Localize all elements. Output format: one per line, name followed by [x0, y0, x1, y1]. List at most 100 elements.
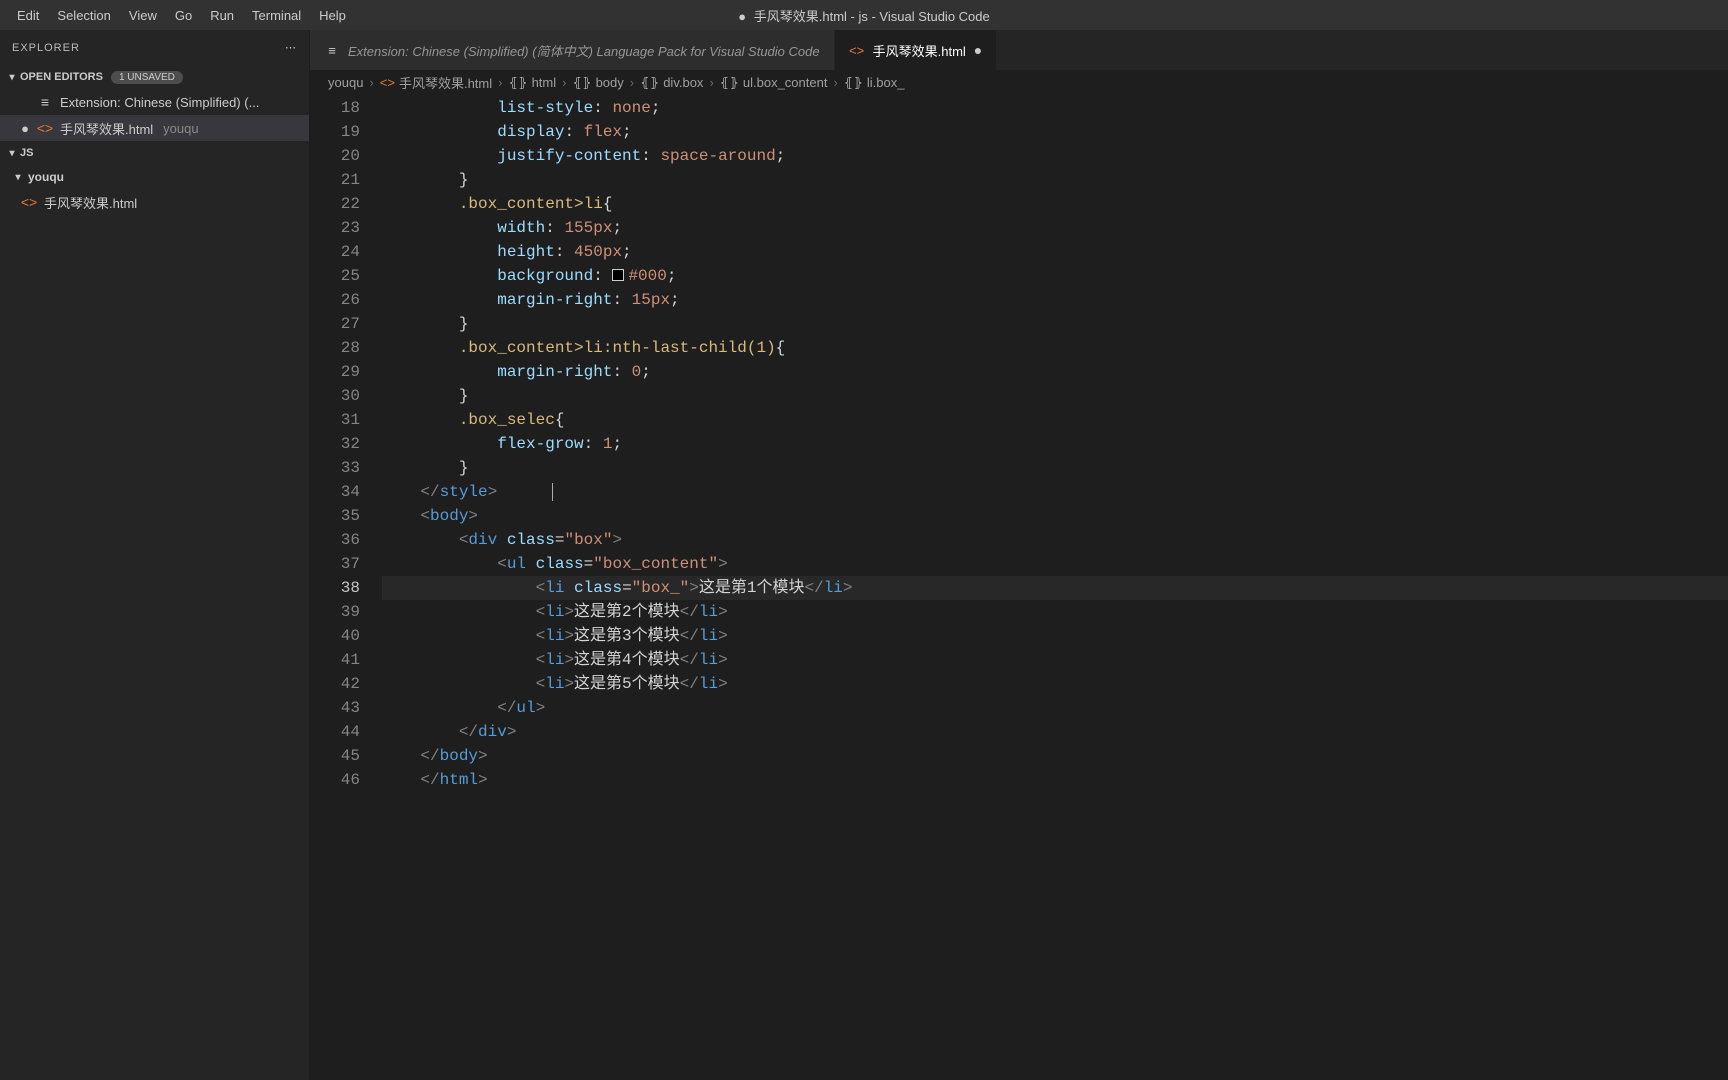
- breadcrumb-label: body: [596, 75, 624, 90]
- menubar-item-view[interactable]: View: [120, 0, 166, 30]
- line-number: 41: [310, 648, 360, 672]
- line-gutter: 1819202122232425262728293031323334353637…: [310, 96, 382, 1080]
- chevron-right-icon: ›: [562, 75, 566, 90]
- code-line[interactable]: height: 450px;: [382, 240, 1728, 264]
- html-file-icon: <>: [380, 75, 395, 90]
- line-number: 19: [310, 120, 360, 144]
- code-line[interactable]: justify-content: space-around;: [382, 144, 1728, 168]
- chevron-right-icon: ›: [498, 75, 502, 90]
- html-file-icon: <>: [20, 193, 38, 211]
- code-line[interactable]: }: [382, 312, 1728, 336]
- tab-file[interactable]: <> 手风琴效果.html ●: [835, 30, 998, 70]
- line-number: 22: [310, 192, 360, 216]
- tab-label: 手风琴效果.html: [873, 41, 966, 60]
- code-line[interactable]: </style>: [382, 480, 1728, 504]
- breadcrumb-label: 手风琴效果.html: [399, 73, 492, 92]
- breadcrumb-item[interactable]: ⦃⦄html: [508, 75, 556, 91]
- code-line[interactable]: <li>这是第5个模块</li>: [382, 672, 1728, 696]
- code-line[interactable]: <li>这是第2个模块</li>: [382, 600, 1728, 624]
- line-number: 23: [310, 216, 360, 240]
- code-line[interactable]: <li>这是第4个模块</li>: [382, 648, 1728, 672]
- breadcrumb-item[interactable]: <> 手风琴效果.html: [380, 73, 492, 92]
- brackets-icon: ⦃⦄: [844, 75, 863, 91]
- line-number: 25: [310, 264, 360, 288]
- code-line[interactable]: <ul class="box_content">: [382, 552, 1728, 576]
- code-editor[interactable]: 1819202122232425262728293031323334353637…: [310, 96, 1728, 1080]
- code-line[interactable]: <li class="box_">这是第1个模块</li>: [382, 576, 1728, 600]
- code-line[interactable]: background: #000;: [382, 264, 1728, 288]
- code-line[interactable]: list-style: none;: [382, 96, 1728, 120]
- tabs-row: ≡ Extension: Chinese (Simplified) (简体中文)…: [310, 30, 1728, 70]
- line-number: 30: [310, 384, 360, 408]
- file-row[interactable]: <> 手风琴效果.html: [0, 189, 309, 215]
- code-line[interactable]: }: [382, 168, 1728, 192]
- tab-label: Extension: Chinese (Simplified) (简体中文) L…: [348, 41, 820, 60]
- breadcrumb-item[interactable]: ⦃⦄body: [572, 75, 623, 91]
- brackets-icon: ⦃⦄: [508, 75, 527, 91]
- menubar-item-edit[interactable]: Edit: [8, 0, 48, 30]
- line-number: 29: [310, 360, 360, 384]
- brackets-icon: ⦃⦄: [640, 75, 659, 91]
- line-number: 39: [310, 600, 360, 624]
- line-number: 38: [310, 576, 360, 600]
- line-number: 28: [310, 336, 360, 360]
- code-line[interactable]: .box_content>li{: [382, 192, 1728, 216]
- chevron-down-icon: ▾: [10, 172, 26, 183]
- chevron-down-icon: ▾: [4, 72, 20, 83]
- code-line[interactable]: <li>这是第3个模块</li>: [382, 624, 1728, 648]
- code-line[interactable]: margin-right: 0;: [382, 360, 1728, 384]
- modified-dot-icon[interactable]: ●: [974, 42, 982, 58]
- breadcrumb-item[interactable]: ⦃⦄ li.box_: [844, 75, 905, 91]
- code-line[interactable]: </html>: [382, 768, 1728, 792]
- code-line[interactable]: }: [382, 384, 1728, 408]
- code-line[interactable]: .box_selec{: [382, 408, 1728, 432]
- open-editor-item[interactable]: ● <> 手风琴效果.html youqu: [0, 115, 309, 141]
- html-file-icon: <>: [849, 42, 865, 58]
- breadcrumbs[interactable]: youqu›<>手风琴效果.html›⦃⦄html›⦃⦄body›⦃⦄div.b…: [310, 70, 1728, 96]
- js-section-label: JS: [20, 147, 33, 159]
- code-line[interactable]: <body>: [382, 504, 1728, 528]
- menubar-item-run[interactable]: Run: [201, 0, 243, 30]
- brackets-icon: ⦃⦄: [720, 75, 739, 91]
- chevron-right-icon: ›: [709, 75, 713, 90]
- code-line[interactable]: </div>: [382, 720, 1728, 744]
- code-line[interactable]: flex-grow: 1;: [382, 432, 1728, 456]
- explorer-more-icon[interactable]: ⋯: [285, 41, 297, 54]
- open-editor-path: youqu: [163, 121, 198, 136]
- menubar-item-selection[interactable]: Selection: [48, 0, 119, 30]
- line-number: 42: [310, 672, 360, 696]
- code-line[interactable]: width: 155px;: [382, 216, 1728, 240]
- breadcrumb-item[interactable]: ⦃⦄div.box: [640, 75, 703, 91]
- explorer-title: EXPLORER: [12, 42, 80, 54]
- js-section-header[interactable]: ▾ JS: [0, 141, 309, 165]
- code-content[interactable]: list-style: none; display: flex; justify…: [382, 96, 1728, 1080]
- breadcrumb-item[interactable]: youqu: [328, 75, 363, 90]
- open-editors-header[interactable]: ▾ OPEN EDITORS 1 UNSAVED: [0, 65, 309, 89]
- extension-icon: ≡: [36, 93, 54, 111]
- html-file-icon: <>: [36, 119, 54, 137]
- breadcrumb-item[interactable]: ⦃⦄ ul.box_content: [720, 75, 828, 91]
- open-editor-item[interactable]: ≡ Extension: Chinese (Simplified) (...: [0, 89, 309, 115]
- tab-extension[interactable]: ≡ Extension: Chinese (Simplified) (简体中文)…: [310, 30, 835, 70]
- line-number: 20: [310, 144, 360, 168]
- open-editor-label: Extension: Chinese (Simplified) (...: [60, 95, 259, 110]
- window-title: ● 手风琴效果.html - js - Visual Studio Code: [738, 6, 989, 25]
- text-cursor: [552, 483, 553, 501]
- menubar-item-terminal[interactable]: Terminal: [243, 0, 310, 30]
- code-line[interactable]: .box_content>li:nth-last-child(1){: [382, 336, 1728, 360]
- menubar-item-go[interactable]: Go: [166, 0, 201, 30]
- code-line[interactable]: <div class="box">: [382, 528, 1728, 552]
- chevron-right-icon: ›: [630, 75, 634, 90]
- code-line[interactable]: }: [382, 456, 1728, 480]
- code-line[interactable]: margin-right: 15px;: [382, 288, 1728, 312]
- menubar: EditSelectionViewGoRunTerminalHelp ● 手风琴…: [0, 0, 1728, 30]
- chevron-right-icon: ›: [833, 75, 837, 90]
- breadcrumb-label: ul.box_content: [743, 75, 828, 90]
- code-line[interactable]: display: flex;: [382, 120, 1728, 144]
- code-line[interactable]: </body>: [382, 744, 1728, 768]
- breadcrumb-label: li.box_: [867, 75, 905, 90]
- menubar-item-help[interactable]: Help: [310, 0, 355, 30]
- folder-row[interactable]: ▾ youqu: [0, 165, 309, 189]
- code-line[interactable]: </ul>: [382, 696, 1728, 720]
- line-number: 24: [310, 240, 360, 264]
